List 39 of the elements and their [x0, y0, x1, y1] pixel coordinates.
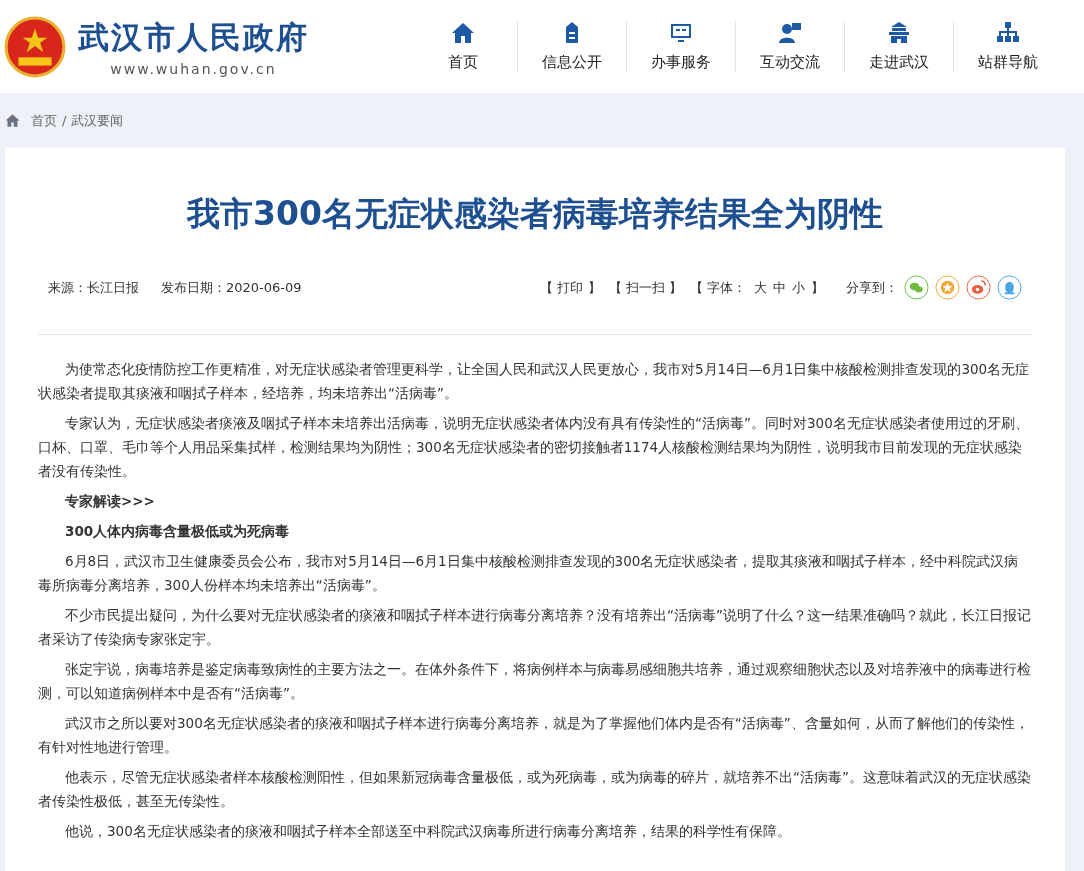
home-icon	[5, 113, 20, 128]
font-size-link[interactable]: 中	[773, 278, 786, 297]
bracket-text: 】	[811, 278, 824, 297]
section-heading: 专家解读>>>	[64, 492, 156, 511]
section-heading: 300人体内病毒含量极低或为死病毒	[64, 522, 291, 541]
sitemap-icon	[996, 21, 1020, 45]
paragraph: 专家认为，无症状感染者痰液及咽拭子样本未培养出活病毒，说明无症状感染者体内没有具有传染性的“活病毒”。同时对300名无症状感染者使用过的牙刷、口杯、口罩、毛巾等个人用品采集拭样，检测结果均为阴性；300名无症状感染者的密切接触者1174人核酸检测结果均为阴性，说明我市目前发现的无症状感染者没有传染性。	[38, 414, 1030, 481]
site-url: www.wuhan.gov.cn	[109, 60, 278, 77]
source-text: 来源：长江日报	[48, 278, 139, 297]
emblem-icon	[4, 15, 66, 78]
tool-link[interactable]: 【 扫一扫 】	[608, 278, 682, 297]
breadcrumb-link[interactable]: 首页	[31, 111, 57, 130]
breadcrumb-link[interactable]: 武汉要闻	[71, 111, 124, 130]
font-size-label: 【 字体：	[689, 278, 746, 297]
breadcrumb-separator: /	[62, 113, 67, 128]
nav-link[interactable]: 首页	[409, 21, 517, 72]
publish-date: 发布日期：2020-06-09	[161, 278, 302, 297]
paragraph: 为使常态化疫情防控工作更精准，对无症状感染者管理更科学，让全国人民和武汉人民更放心，我市对5月14日—6月1日集中核酸检测排查发现的300名无症状感染者提取其痰液和咽拭子样本，经培养，均未培养出“活病毒”。	[38, 360, 1031, 403]
gate-icon	[887, 21, 911, 45]
home-icon	[451, 21, 475, 45]
nav-link[interactable]: 互动交流	[735, 21, 844, 72]
nav-link[interactable]: 信息公开	[517, 21, 626, 72]
site-name: 武汉市人民政府	[78, 17, 309, 57]
person-chat-icon	[778, 21, 802, 45]
paragraph: 6月8日，武汉市卫生健康委员会公布，我市对5月14日—6月1日集中核酸检测排查发现的300名无症状感染者，提取其痰液和咽拭子样本，经中科院武汉病毒所病毒分离培养，300人份样本均未培养出“活病毒”。	[38, 552, 1020, 595]
article-title: 我市300名无症状感染者病毒培养结果全为阴性	[185, 193, 884, 235]
font-size-link[interactable]: 大	[754, 278, 767, 297]
tool-link[interactable]: 【 打印 】	[540, 278, 601, 297]
paragraph: 张定宇说，病毒培养是鉴定病毒致病性的主要方法之一。在体外条件下，将病例样本与病毒易感细胞共培养，通过观察细胞状态以及对培养液中的病毒进行检测，可以知道病例样本中是否有“活病毒”。	[38, 660, 1032, 703]
nav-link[interactable]: 办事服务	[626, 21, 735, 72]
font-size-link[interactable]: 小	[792, 278, 805, 297]
paragraph: 他表示，尽管无症状感染者样本核酸检测阳性，但如果新冠病毒含量极低，或为死病毒，或为病毒的碎片，就培养不出“活病毒”。这意味着武汉的无症状感染者传染性极低，甚至无传染性。	[38, 768, 1032, 811]
paragraph: 不少市民提出疑问，为什么要对无症状感染者的痰液和咽拭子样本进行病毒分离培养？没有培养出“活病毒”说明了什么？这一结果准确吗？就此，长江日报记者采访了传染病专家张定宇。	[38, 606, 1032, 649]
monitor-icon	[669, 21, 693, 45]
paragraph: 他说，300名无症状感染者的痰液和咽拭子样本全部送至中科院武汉病毒所进行病毒分离培养，结果的科学性有保障。	[64, 822, 792, 841]
nav-link[interactable]: 走进武汉	[844, 21, 953, 72]
paragraph: 武汉市之所以要对300名无症状感染者的痰液和咽拭子样本进行病毒分离培养，就是为了掌握他们体内是否有“活病毒”、含量如何，从而了解他们的传染性，有针对性地进行管理。	[38, 714, 1030, 757]
nav-link[interactable]: 站群导航	[953, 21, 1062, 72]
share-label: 分享到：	[846, 278, 898, 297]
